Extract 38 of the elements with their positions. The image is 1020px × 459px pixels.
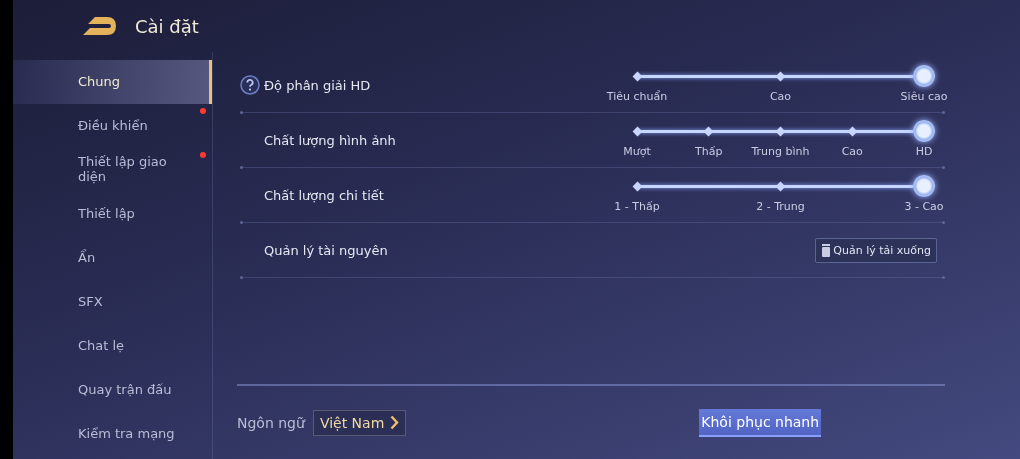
option-label[interactable]: HD: [915, 145, 933, 158]
sidebar-item[interactable]: Thiết lập giao diện: [13, 148, 212, 192]
trash-icon: [821, 243, 832, 257]
sidebar-item[interactable]: Điều khiển: [13, 104, 212, 148]
option-label[interactable]: Mượt: [623, 145, 651, 158]
sidebar-item[interactable]: Kiểm tra mạng: [13, 412, 212, 456]
sidebar-item[interactable]: Ẩn: [13, 236, 212, 280]
slider-thumb[interactable]: [913, 65, 935, 87]
slider-track[interactable]: [632, 71, 913, 82]
page-title: Cài đặt: [135, 15, 199, 37]
option-label[interactable]: Siêu cao: [900, 90, 948, 103]
option-label[interactable]: Cao: [841, 145, 863, 158]
chevron-icon: [390, 415, 400, 430]
slider-thumb[interactable]: [913, 120, 935, 142]
help-icon[interactable]: [240, 75, 260, 95]
download-manager-button[interactable]: Quản lý tải xuống: [815, 237, 937, 263]
setting-label: Chất lượng chi tiết: [264, 187, 384, 203]
setting-label: Độ phân giải HD: [264, 77, 371, 93]
sidebar-item[interactable]: Chung: [13, 60, 212, 104]
quick-restore-button[interactable]: Khôi phục nhanh: [699, 408, 822, 437]
sidebar-item[interactable]: Chat lẹ: [13, 324, 212, 368]
sidebar-item[interactable]: Thiết lập: [13, 192, 212, 236]
option-label[interactable]: Trung bình: [751, 145, 810, 158]
slider-track[interactable]: [632, 181, 913, 192]
option-label[interactable]: 2 - Trung: [756, 200, 805, 213]
option-label[interactable]: 3 - Cao: [904, 200, 944, 213]
slider-thumb[interactable]: [913, 175, 935, 197]
option-label[interactable]: Cao: [769, 90, 792, 103]
setting-label: Chất lượng hình ảnh: [264, 132, 396, 148]
setting-label: Quản lý tài nguyên: [264, 242, 388, 258]
language-label: Ngôn ngữ: [237, 414, 305, 431]
sidebar-item[interactable]: SFX: [13, 280, 212, 324]
language-button[interactable]: Việt Nam: [312, 409, 407, 436]
slider-track[interactable]: [632, 126, 913, 137]
option-label[interactable]: Thấp: [695, 145, 723, 158]
option-label[interactable]: Tiêu chuẩn: [606, 90, 668, 103]
option-label[interactable]: 1 - Thấp: [614, 200, 660, 213]
sidebar-item[interactable]: Quay trận đấu: [13, 368, 212, 412]
